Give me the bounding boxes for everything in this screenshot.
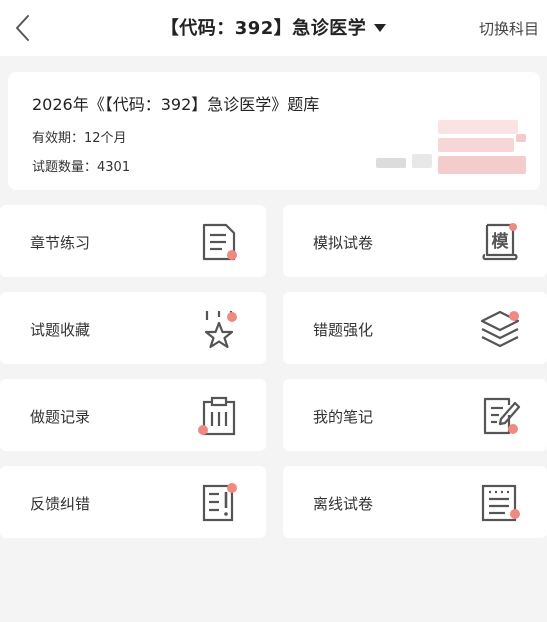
dropdown-caret-icon[interactable]: [374, 24, 387, 32]
question-bank-card: 2026年《【代码：392】急诊医学》题库 有效期：12个月 试题数量：4301: [8, 72, 540, 190]
mock-exam-label: 模拟试卷: [313, 234, 374, 252]
offline-exam-button[interactable]: 离线试卷: [283, 466, 547, 538]
favorites-button[interactable]: 试题收藏: [0, 292, 266, 364]
feedback-label: 反馈纠错: [30, 495, 91, 513]
star-icon: [198, 308, 240, 350]
question-bank-title: 2026年《【代码：392】急诊医学》题库: [32, 95, 320, 114]
scroll-exam-icon: 模: [479, 221, 521, 263]
history-button[interactable]: 做题记录: [0, 379, 266, 451]
report-error-icon: [198, 482, 240, 524]
layers-icon: [479, 308, 521, 350]
validity-period: 有效期：12个月: [32, 131, 127, 146]
history-label: 做题记录: [30, 408, 91, 426]
mistakes-button[interactable]: 错题强化: [283, 292, 547, 364]
offline-exam-label: 离线试卷: [313, 495, 374, 513]
document-icon: [198, 221, 240, 263]
mock-exam-icon-glyph: 模: [492, 231, 510, 252]
chapter-practice-button[interactable]: 章节练习: [0, 205, 266, 277]
notes-button[interactable]: 我的笔记: [283, 379, 547, 451]
mistakes-label: 错题强化: [313, 321, 374, 339]
subject-selector[interactable]: 【代码：392】急诊医学: [0, 14, 547, 40]
switch-subject-button[interactable]: 切换科目: [479, 18, 539, 39]
note-edit-icon: [479, 395, 521, 437]
chapter-practice-label: 章节练习: [30, 234, 91, 252]
favorites-label: 试题收藏: [30, 321, 91, 339]
blurred-qr-area: [376, 120, 526, 180]
question-count: 试题数量：4301: [32, 160, 131, 175]
mock-exam-button[interactable]: 模拟试卷 模: [283, 205, 547, 277]
feedback-button[interactable]: 反馈纠错: [0, 466, 266, 538]
top-bar: 【代码：392】急诊医学 切换科目: [0, 0, 547, 56]
notes-label: 我的笔记: [313, 408, 374, 426]
page-title[interactable]: 【代码：392】急诊医学: [161, 14, 367, 40]
clipboard-icon: [198, 395, 240, 437]
offline-paper-icon: [479, 482, 521, 524]
